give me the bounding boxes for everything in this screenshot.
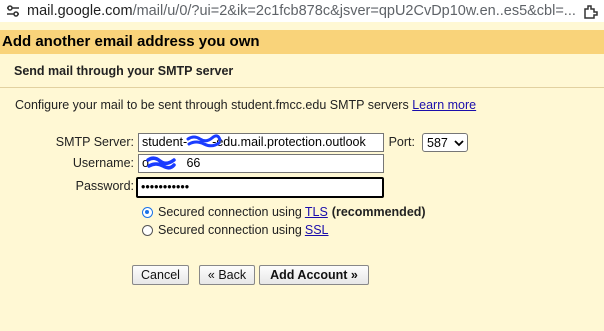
description-text: Configure your mail to be sent through s… <box>15 98 409 112</box>
username-label: Username: <box>72 156 134 170</box>
section-divider <box>0 87 604 88</box>
tls-option[interactable]: Secured connection using TLS (recommende… <box>142 205 426 219</box>
password-label: Password: <box>75 179 134 193</box>
tls-prefix: Secured connection using <box>158 205 302 219</box>
extension-icon[interactable] <box>578 0 604 22</box>
ssl-link[interactable]: SSL <box>305 223 329 237</box>
description: Configure your mail to be sent through s… <box>15 98 476 112</box>
password-input[interactable]: ••••••••••• <box>136 177 384 198</box>
tls-recommended: (recommended) <box>331 205 426 219</box>
ssl-prefix: Secured connection using <box>158 223 302 237</box>
smtp-server-label: SMTP Server: <box>55 135 134 149</box>
tune-icon[interactable] <box>3 0 23 22</box>
add-account-button[interactable]: Add Account » <box>259 265 369 285</box>
back-button[interactable]: « Back <box>199 265 255 285</box>
chevron-down-icon <box>454 137 464 151</box>
url-text[interactable]: mail.google.com/mail/u/0/?ui=2&ik=2c1fcb… <box>27 3 578 19</box>
ssl-radio[interactable] <box>142 224 153 236</box>
username-input[interactable]: o 66 <box>138 154 384 173</box>
browser-address-bar[interactable]: mail.google.com/mail/u/0/?ui=2&ik=2c1fcb… <box>0 0 604 22</box>
dialog-title: Add another email address you own <box>2 33 260 50</box>
url-path: /mail/u/0/?ui=2&ik=2c1fcb878c&jsver=qpU2… <box>132 3 576 19</box>
ssl-option[interactable]: Secured connection using SSL <box>142 223 329 237</box>
port-label: Port: <box>388 135 415 149</box>
url-host: mail.google.com <box>27 3 133 19</box>
port-value: 587 <box>427 135 448 150</box>
section-title: Send mail through your SMTP server <box>14 64 234 78</box>
dialog-header: Add another email address you own <box>0 30 604 54</box>
learn-more-link[interactable]: Learn more <box>412 98 476 112</box>
tls-radio[interactable] <box>142 206 153 218</box>
tls-link[interactable]: TLS <box>305 205 328 219</box>
cancel-button[interactable]: Cancel <box>132 265 189 285</box>
port-select[interactable]: 587 <box>422 133 468 152</box>
